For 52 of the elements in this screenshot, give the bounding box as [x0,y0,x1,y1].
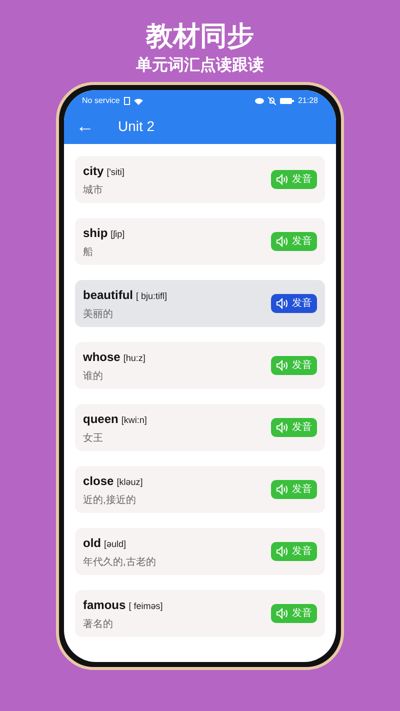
banner-subtitle: 单元词汇点读跟读 [135,54,265,76]
speaker-icon [276,546,288,557]
meaning-text: 近的,接近的 [83,494,137,508]
phonetic-text: [ bju:tifl] [136,290,168,303]
wifi-icon [134,98,143,104]
word-card[interactable]: old [əuld] 年代久的,古老的 发音 [75,528,325,575]
battery-icon [280,98,294,104]
word-text: old [83,534,101,552]
meaning-text: 女王 [83,432,104,446]
word-text: close [83,472,114,490]
eye-icon [254,98,264,104]
word-text: city [83,162,104,180]
word-card[interactable]: whose [hu:z] 谁的 发音 [75,342,325,389]
word-text: famous [83,596,126,614]
speaker-icon [276,360,288,371]
meaning-text: 著名的 [83,618,114,632]
word-card[interactable]: close [kləuz] 近的,接近的 发音 [75,466,325,513]
word-text: beautiful [83,286,133,304]
word-card[interactable]: famous [ feiməs] 著名的 发音 [75,590,325,637]
meaning-text: 城市 [83,184,104,198]
clock-text: 21:28 [298,95,318,107]
word-card[interactable]: city ['siti] 城市 发音 [75,156,325,203]
word-text: ship [83,224,108,242]
back-button[interactable]: ← [76,117,94,135]
phonetic-text: [kləuz] [116,476,143,489]
meaning-text: 美丽的 [83,308,114,322]
speaker-icon [276,484,288,495]
word-card[interactable]: beautiful [ bju:tifl] 美丽的 发音 [75,280,325,327]
word-card[interactable]: queen [kwi:n] 女王 发音 [75,404,325,451]
word-text: queen [83,410,118,428]
phonetic-text: [hu:z] [123,352,146,365]
phonetic-text: [ feiməs] [128,600,163,613]
carrier-text: No service [82,95,120,107]
speaker-icon [276,174,288,185]
bell-off-icon [268,97,276,105]
meaning-text: 船 [83,246,94,260]
speaker-icon [276,422,288,433]
phonetic-text: [əuld] [104,538,126,551]
word-card[interactable]: ship [ʃip] 船 发音 [75,218,325,265]
phonetic-text: ['siti] [106,166,124,179]
meaning-text: 年代久的,古老的 [83,556,156,570]
phonetic-text: [ʃip] [110,228,125,241]
word-text: whose [83,348,120,366]
speaker-icon [276,608,288,619]
toolbar-title: Unit 2 [118,116,155,136]
phonetic-text: [kwi:n] [121,414,147,427]
speaker-icon [276,298,288,309]
speaker-icon [276,236,288,247]
pronounce-button[interactable]: 发音 [271,294,317,313]
meaning-text: 谁的 [83,370,104,384]
sim-icon [124,97,130,105]
banner-title: 教材同步 [144,20,255,54]
